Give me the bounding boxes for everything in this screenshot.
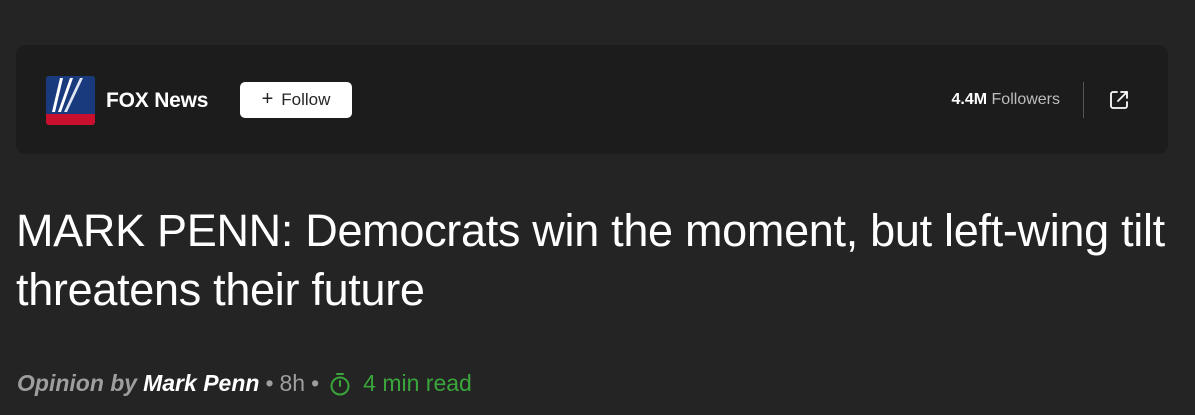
author-name[interactable]: Mark Penn xyxy=(143,370,259,397)
follow-button[interactable]: + Follow xyxy=(240,82,352,118)
followers-label: Followers xyxy=(991,91,1060,108)
read-time: 4 min read xyxy=(329,370,472,397)
external-link-icon[interactable] xyxy=(1108,89,1130,111)
article-age: 8h xyxy=(279,370,306,396)
article-headline: MARK PENN: Democrats win the moment, but… xyxy=(16,205,1165,315)
article-byline: Opinion by Mark Penn • 8h • 4 min read xyxy=(17,370,472,397)
plus-icon: + xyxy=(261,88,274,110)
fox-news-logo[interactable] xyxy=(46,76,95,125)
followers-count: 4.4M Followers xyxy=(952,91,1061,109)
read-time-label: 4 min read xyxy=(363,370,472,396)
separator: • xyxy=(311,370,320,396)
divider xyxy=(1083,82,1084,118)
byline-prefix: Opinion by xyxy=(17,370,138,396)
timer-icon xyxy=(330,372,350,395)
separator: • xyxy=(265,370,274,396)
publisher-name[interactable]: FOX News xyxy=(106,89,208,113)
follow-label: Follow xyxy=(281,90,331,109)
followers-number: 4.4M xyxy=(951,91,988,108)
publisher-card: FOX News + Follow 4.4M Followers xyxy=(16,45,1168,154)
